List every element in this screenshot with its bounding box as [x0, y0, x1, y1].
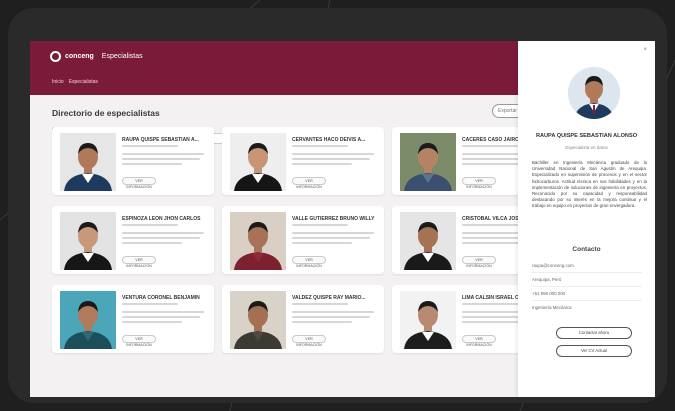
divider: [532, 286, 642, 287]
specialist-card[interactable]: CERVANTES HACO DEIVIS A... VER INFORMACIÓ…: [222, 127, 384, 195]
specialty-line: [462, 145, 518, 147]
bio-line: [122, 242, 182, 244]
specialist-name: VALLE GUTIERREZ BRUNO WILLY: [292, 216, 375, 222]
bio-line: [292, 232, 374, 234]
bio-line: [292, 158, 370, 160]
specialist-photo: [400, 133, 456, 191]
divider: [532, 300, 642, 301]
bio-line: [462, 321, 522, 323]
specialist-photo: [230, 291, 286, 349]
bio-line: [292, 163, 352, 165]
specialty-line: [292, 224, 348, 226]
specialty-line: [292, 145, 348, 147]
bio-line: [122, 237, 200, 239]
bio-line: [462, 242, 522, 244]
divider: [532, 272, 642, 273]
specialist-name: VALDEZ QUISPE RAY MARIO...: [292, 295, 366, 301]
view-info-button[interactable]: VER INFORMACIÓN: [122, 256, 156, 268]
bio-line: [122, 311, 204, 313]
contact-title: Contacto: [572, 246, 601, 253]
specialist-card[interactable]: ESPINOZA LEON JHON CARLOS VER INFORMACIÓN: [52, 206, 214, 274]
page-title: Directorio de especialistas: [52, 108, 160, 118]
breadcrumb-current: Especialistas: [68, 79, 98, 85]
section-name: Especialistas: [101, 53, 143, 60]
brand[interactable]: conceng Especialistas: [50, 51, 143, 62]
view-cv-button[interactable]: Ver CV Actual: [556, 345, 632, 357]
view-info-button[interactable]: VER INFORMACIÓN: [122, 177, 156, 189]
specialist-card[interactable]: VENTURA CORONEL BENJAMIN VER INFORMACIÓN: [52, 285, 214, 353]
device-frame: conceng Especialistas Inicio Especialist…: [8, 8, 667, 403]
view-info-button[interactable]: VER INFORMACIÓN: [462, 177, 496, 189]
specialty-line: [462, 303, 518, 305]
close-icon[interactable]: ×: [643, 47, 647, 53]
contact-location: Arequipa, Perú: [532, 277, 562, 282]
contact-specialty: Ingeniería Mecánica: [532, 305, 572, 310]
view-info-button[interactable]: VER INFORMACIÓN: [292, 256, 326, 268]
panel-tagline: Especialista en datos: [565, 145, 608, 150]
panel-name: Raupa Quispe Sebastian Alonso: [535, 133, 638, 139]
specialty-line: [122, 224, 178, 226]
view-info-button[interactable]: VER INFORMACIÓN: [462, 256, 496, 268]
bio-line: [122, 153, 204, 155]
specialist-photo: [230, 133, 286, 191]
main-content: Directorio de especialistas Exportar Ord…: [30, 95, 554, 397]
specialist-photo: [400, 291, 456, 349]
detail-panel: × Raupa Quispe Sebastian Alonso Especial…: [518, 41, 655, 397]
bio-line: [122, 316, 200, 318]
bio-line: [122, 232, 204, 234]
specialist-photo: [230, 212, 286, 270]
top-bar: conceng Especialistas Inicio Especialist…: [30, 41, 518, 95]
bio-line: [292, 316, 370, 318]
brand-name: conceng: [65, 53, 94, 60]
specialist-name: ESPINOZA LEON JHON CARLOS: [122, 216, 201, 222]
specialist-photo: [60, 291, 116, 349]
bio-line: [122, 321, 182, 323]
specialist-name: VENTURA CORONEL BENJAMIN: [122, 295, 200, 301]
specialist-card[interactable]: RAUPA QUISPE SEBASTIAN A... VER INFORMACI…: [52, 127, 214, 195]
view-info-button[interactable]: VER INFORMACIÓN: [292, 335, 326, 347]
bio-line: [292, 153, 374, 155]
bio-line: [292, 242, 352, 244]
specialist-photo: [60, 133, 116, 191]
contact-phone: +51 958 000 000: [532, 291, 566, 296]
bio-line: [292, 311, 374, 313]
panel-avatar: [568, 67, 620, 119]
bio-line: [122, 158, 200, 160]
contact-email: raupa@conceng.com: [532, 263, 574, 268]
breadcrumb: Inicio Especialistas: [52, 79, 98, 85]
bio-line: [292, 321, 352, 323]
specialist-name: RAUPA QUISPE SEBASTIAN A...: [122, 137, 199, 143]
view-info-button[interactable]: VER INFORMACIÓN: [292, 177, 326, 189]
breadcrumb-home[interactable]: Inicio: [52, 79, 64, 85]
specialty-line: [122, 303, 178, 305]
specialty-line: [292, 303, 348, 305]
bio-line: [292, 237, 370, 239]
logo-icon: [50, 51, 61, 62]
specialist-photo: [400, 212, 456, 270]
specialty-line: [462, 224, 518, 226]
specialist-photo: [60, 212, 116, 270]
panel-bio: Bachiller en Ingeniería Mecánica graduad…: [532, 160, 647, 209]
bio-line: [462, 163, 522, 165]
specialist-name: CERVANTES HACO DEIVIS A...: [292, 137, 366, 143]
view-info-button[interactable]: VER INFORMACIÓN: [462, 335, 496, 347]
app-screen: conceng Especialistas Inicio Especialist…: [30, 41, 655, 397]
specialist-card[interactable]: VALLE GUTIERREZ BRUNO WILLY VER INFORMACI…: [222, 206, 384, 274]
view-info-button[interactable]: VER INFORMACIÓN: [122, 335, 156, 347]
specialty-line: [122, 145, 178, 147]
specialist-card[interactable]: VALDEZ QUISPE RAY MARIO... VER INFORMACIÓ…: [222, 285, 384, 353]
bio-line: [122, 163, 182, 165]
contact-button[interactable]: Contactar ahora: [556, 327, 632, 339]
